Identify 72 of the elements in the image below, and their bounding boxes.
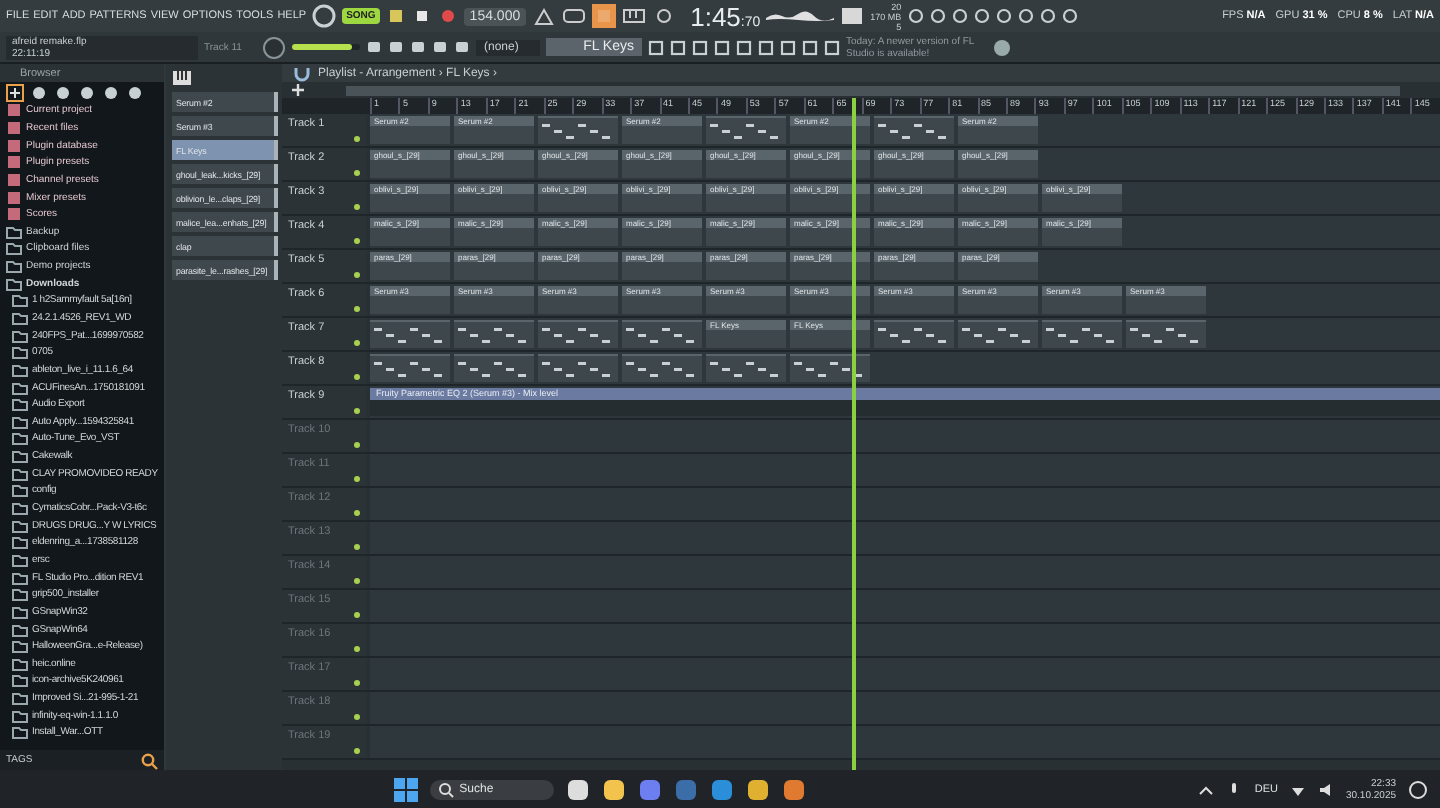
track-enable-led[interactable] <box>354 714 360 720</box>
piano-icon[interactable] <box>172 70 192 86</box>
play-icon[interactable] <box>385 6 406 26</box>
note-clip[interactable] <box>706 354 786 382</box>
stop-icon[interactable] <box>411 6 432 26</box>
panel-icon[interactable] <box>840 6 865 26</box>
notes-drawing <box>874 118 950 144</box>
metronome-icon[interactable] <box>532 6 557 26</box>
notes-drawing <box>706 356 782 382</box>
magnet-icon[interactable] <box>294 65 310 81</box>
note-clip[interactable] <box>958 320 1038 348</box>
keyboard-icon[interactable] <box>622 6 647 26</box>
track-enable-led[interactable] <box>354 170 360 176</box>
notes-drawing <box>454 322 530 348</box>
note-clip[interactable] <box>1042 320 1122 348</box>
track-enable-led[interactable] <box>354 272 360 278</box>
note-clip[interactable] <box>454 320 534 348</box>
note-clip[interactable] <box>538 320 618 348</box>
playhead-line[interactable] <box>852 98 857 770</box>
track-enable-led[interactable] <box>354 476 360 482</box>
search-icon <box>437 781 454 797</box>
note-clip[interactable] <box>538 116 618 144</box>
horizontal-scrollbar[interactable] <box>346 85 1400 95</box>
note-clip[interactable] <box>874 116 954 144</box>
track-enable-led[interactable] <box>354 748 360 754</box>
note-clip[interactable] <box>874 320 954 348</box>
note-clip[interactable] <box>706 116 786 144</box>
track-enable-led[interactable] <box>354 136 360 142</box>
waveform-drawing <box>766 6 835 26</box>
track-enable-led[interactable] <box>354 612 360 618</box>
track-enable-led[interactable] <box>354 442 360 448</box>
track-enable-led[interactable] <box>354 510 360 516</box>
notes-drawing <box>790 356 866 382</box>
track-enable-led[interactable] <box>354 646 360 652</box>
track-enable-led[interactable] <box>354 238 360 244</box>
dial-icon[interactable] <box>312 4 337 28</box>
notes-drawing <box>1126 322 1202 348</box>
notes-drawing <box>538 322 614 348</box>
note-clip[interactable] <box>370 354 450 382</box>
notes-drawing <box>370 322 446 348</box>
windows-icon[interactable] <box>393 777 418 801</box>
volume-knob-icon[interactable] <box>262 35 286 59</box>
track-enable-led[interactable] <box>354 578 360 584</box>
notes-drawing <box>622 356 698 382</box>
note-clip[interactable] <box>622 320 702 348</box>
chevron-icon[interactable] <box>1198 781 1215 797</box>
search-icon[interactable] <box>140 751 158 769</box>
track-enable-led[interactable] <box>354 680 360 686</box>
notes-drawing <box>538 356 614 382</box>
notes-drawing <box>958 322 1034 348</box>
add-icon[interactable] <box>6 83 24 101</box>
note-clip[interactable] <box>622 354 702 382</box>
notes-drawing <box>538 118 614 144</box>
add-track-icon[interactable] <box>290 82 306 98</box>
track-enable-led[interactable] <box>354 306 360 312</box>
notes-drawing <box>454 356 530 382</box>
track-enable-led[interactable] <box>354 408 360 414</box>
notes-drawing <box>370 356 446 382</box>
notes-drawing <box>622 322 698 348</box>
notes-drawing <box>874 322 950 348</box>
note-clip[interactable] <box>538 354 618 382</box>
note-clip[interactable] <box>1126 320 1206 348</box>
notes-drawing <box>1042 322 1118 348</box>
master-volume-slider[interactable] <box>292 44 360 50</box>
track-enable-led[interactable] <box>354 204 360 210</box>
note-clip[interactable] <box>370 320 450 348</box>
track-enable-led[interactable] <box>354 374 360 380</box>
track-enable-led[interactable] <box>354 544 360 550</box>
track-enable-led[interactable] <box>354 340 360 346</box>
notes-drawing <box>706 118 782 144</box>
note-clip[interactable] <box>454 354 534 382</box>
note-clip[interactable] <box>790 354 870 382</box>
